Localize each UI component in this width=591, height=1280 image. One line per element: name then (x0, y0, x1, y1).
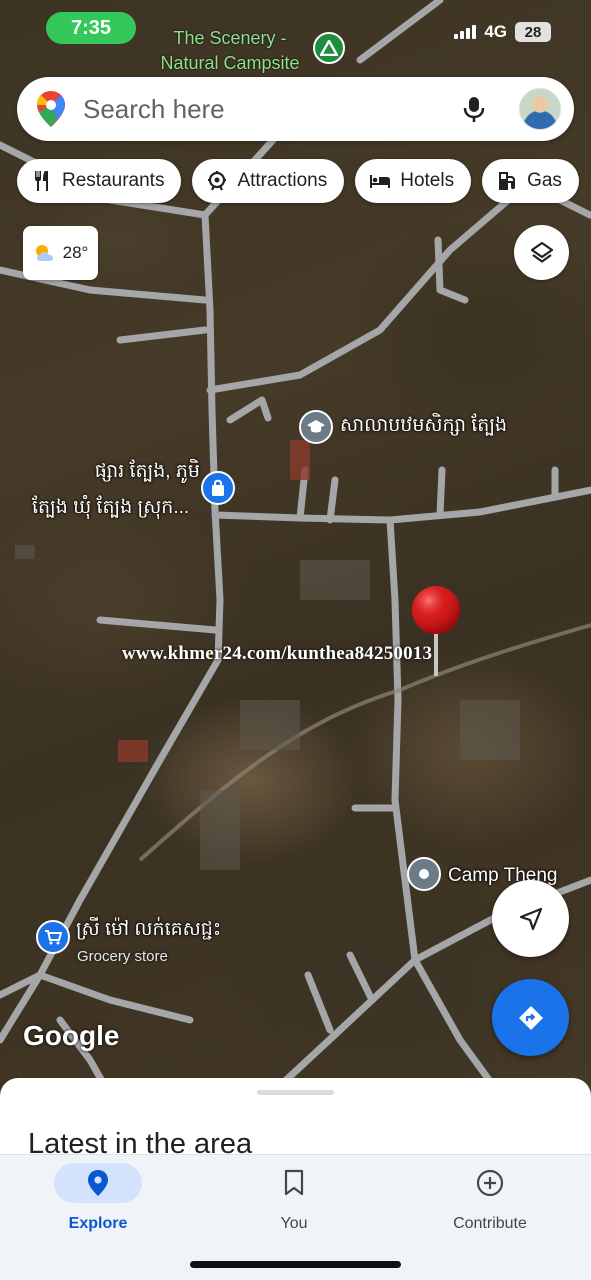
tab-explore-icon-wrap (54, 1163, 142, 1203)
tab-label: You (280, 1215, 308, 1232)
tab-contribute-icon-wrap (446, 1163, 534, 1203)
grocery-label[interactable]: ស្រី ម៉ៅ លក់គេសជ្ជះ (76, 916, 221, 943)
partly-cloudy-icon (35, 245, 53, 261)
gas-pump-icon (499, 172, 516, 190)
campsite-label[interactable]: The Scenery - Natural Campsite (150, 26, 310, 76)
tab-label: Explore (68, 1215, 128, 1232)
chip-label: Hotels (400, 170, 455, 191)
chip-label: Restaurants (62, 170, 165, 191)
market-label[interactable]: ផ្សារ ត្បែង, ភូមិ (82, 458, 200, 485)
category-chips: Restaurants Attractions Hotels Gas (17, 159, 579, 203)
add-circle-icon (476, 1169, 504, 1197)
market-label-line2[interactable]: ត្បែង ឃុំ ត្បែង ស្រុក... (32, 494, 189, 521)
chip-restaurants[interactable]: Restaurants (17, 159, 182, 203)
school-icon[interactable] (299, 410, 333, 444)
chip-gas[interactable]: Gas (482, 159, 579, 203)
status-time: 7:35 (46, 12, 136, 44)
grocery-sublabel: Grocery store (77, 948, 168, 965)
school-label[interactable]: សាលាបឋមសិក្សា ត្បែង (340, 412, 507, 439)
shopping-bag-icon[interactable] (201, 471, 235, 505)
tab-contribute[interactable]: Contribute (420, 1163, 560, 1233)
directions-button[interactable] (492, 979, 569, 1056)
signal-icon (454, 25, 477, 39)
chip-label: Gas (527, 170, 562, 191)
directions-icon (518, 1005, 543, 1030)
sheet-drag-handle[interactable] (257, 1090, 334, 1095)
my-location-button[interactable] (492, 880, 569, 957)
status-indicators: 4G 28 (454, 22, 551, 42)
tab-you[interactable]: You (224, 1163, 364, 1233)
weather-badge[interactable]: 28° (23, 226, 98, 280)
search-bar[interactable] (17, 77, 574, 141)
google-logo: Google (23, 1020, 120, 1051)
network-label: 4G (484, 22, 507, 41)
battery-icon: 28 (515, 22, 551, 42)
campsite-icon[interactable] (313, 32, 345, 64)
fork-knife-icon (35, 171, 48, 191)
chip-attractions[interactable]: Attractions (192, 159, 345, 203)
explore-pin-icon (88, 1170, 108, 1196)
location-pin-icon[interactable] (407, 857, 441, 891)
battery-level: 28 (524, 23, 542, 41)
chip-hotels[interactable]: Hotels (355, 159, 472, 203)
tab-explore[interactable]: Explore (28, 1163, 168, 1233)
navigation-arrow-icon (519, 907, 542, 930)
watermark-text: www.khmer24.com/kunthea84250013 (122, 643, 433, 664)
attractions-icon (208, 171, 227, 191)
chip-label: Attractions (237, 170, 328, 191)
bookmark-icon (284, 1169, 304, 1196)
tab-label: Contribute (453, 1215, 527, 1232)
weather-temp: 28° (62, 243, 89, 262)
layers-button[interactable] (514, 225, 569, 280)
campsite-label-line2: Natural Campsite (160, 53, 300, 73)
layers-icon (530, 241, 553, 263)
bed-icon (370, 175, 391, 188)
home-indicator (190, 1261, 401, 1268)
microphone-icon[interactable] (460, 95, 488, 123)
google-maps-logo-icon (37, 91, 65, 127)
market-label-line1: ផ្សារ ត្បែង, ភូមិ (94, 461, 200, 482)
tab-you-icon-wrap (250, 1163, 338, 1203)
shopping-cart-icon[interactable] (36, 920, 70, 954)
search-input[interactable] (83, 93, 443, 125)
campsite-label-line1: The Scenery - (173, 28, 287, 48)
avatar[interactable] (519, 88, 561, 130)
